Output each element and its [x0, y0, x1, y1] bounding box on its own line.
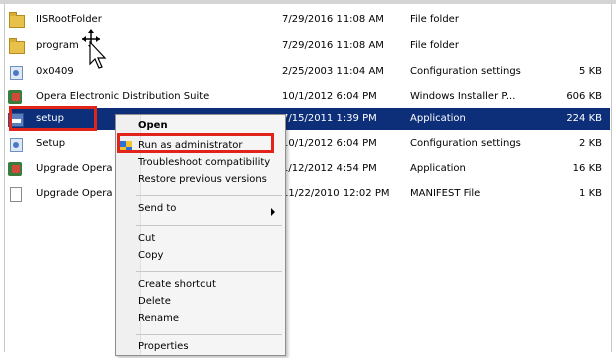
- file-row-opera-suite[interactable]: Opera Electronic Distribution Suite 10/1…: [8, 86, 610, 108]
- file-date: 10/1/2012 6:04 PM: [282, 91, 377, 102]
- file-type: File folder: [410, 40, 459, 51]
- file-type: Windows Installer P...: [410, 91, 516, 102]
- menu-separator: [136, 195, 282, 196]
- config-file-icon: [8, 64, 24, 80]
- file-name: Opera Electronic Distribution Suite: [36, 91, 210, 102]
- file-name: IISRootFolder: [36, 14, 102, 25]
- file-name: 0x0409: [36, 66, 74, 77]
- menu-separator: [136, 225, 282, 226]
- file-row-upgrade-opera-app[interactable]: Upgrade Opera 1/12/2012 4:54 PM Applicat…: [8, 158, 610, 180]
- file-type: MANIFEST File: [410, 188, 481, 199]
- file-type: Configuration settings: [410, 66, 521, 77]
- menu-separator: [136, 271, 282, 272]
- menu-item-copy[interactable]: Copy: [138, 250, 163, 267]
- file-size: 606 KB: [566, 91, 602, 102]
- file-name: Upgrade Opera: [36, 188, 113, 199]
- menu-item-cut[interactable]: Cut: [138, 233, 155, 250]
- folder-icon: [8, 38, 25, 54]
- file-size: 5 KB: [579, 66, 602, 77]
- file-name: Upgrade Opera: [36, 163, 113, 174]
- file-type: Application: [410, 163, 466, 174]
- file-size: 2 KB: [579, 138, 602, 149]
- config-file-icon: [8, 136, 24, 152]
- menu-item-send-to[interactable]: Send to: [138, 203, 176, 220]
- file-date: 7/15/2011 1:39 PM: [282, 113, 377, 124]
- installer-icon: [8, 161, 24, 177]
- file-date: 1/12/2012 4:54 PM: [282, 163, 377, 174]
- file-date: 10/1/2012 6:04 PM: [282, 138, 377, 149]
- file-type: Configuration settings: [410, 138, 521, 149]
- menu-item-properties[interactable]: Properties: [138, 341, 189, 358]
- submenu-arrow-icon: [271, 208, 275, 216]
- file-type: File folder: [410, 14, 459, 25]
- file-name: Setup: [36, 138, 66, 149]
- file-size: 224 KB: [566, 113, 602, 124]
- move-cursor-icon: [82, 29, 107, 69]
- file-size: 1 KB: [579, 188, 602, 199]
- file-date: 7/29/2016 11:08 AM: [282, 40, 384, 51]
- file-icon: [8, 186, 24, 202]
- highlight-box-run-as-admin: [117, 133, 274, 153]
- menu-item-create-shortcut[interactable]: Create shortcut: [138, 279, 216, 296]
- file-date: 2/25/2003 11:04 AM: [282, 66, 384, 77]
- file-row-setup-selected[interactable]: setup 7/15/2011 1:39 PM Application 224 …: [8, 108, 610, 130]
- file-date: 11/22/2010 12:02 PM: [282, 188, 390, 199]
- file-name: program: [36, 40, 79, 51]
- file-row-upgrade-opera-manifest[interactable]: Upgrade Opera 11/22/2010 12:02 PM MANIFE…: [10, 183, 610, 205]
- installer-icon: [8, 89, 24, 105]
- menu-separator: [136, 334, 282, 335]
- highlight-box-setup: [9, 106, 97, 131]
- file-row-setup-config[interactable]: Setup 10/1/2012 6:04 PM Configuration se…: [10, 133, 610, 155]
- folder-icon: [8, 12, 25, 28]
- menu-item-troubleshoot[interactable]: Troubleshoot compatibility: [138, 157, 270, 174]
- menu-item-rename[interactable]: Rename: [138, 313, 179, 330]
- file-type: Application: [410, 113, 466, 124]
- file-date: 7/29/2016 11:08 AM: [282, 14, 384, 25]
- menu-item-delete[interactable]: Delete: [138, 296, 171, 313]
- menu-item-restore[interactable]: Restore previous versions: [138, 174, 267, 191]
- file-size: 16 KB: [572, 163, 602, 174]
